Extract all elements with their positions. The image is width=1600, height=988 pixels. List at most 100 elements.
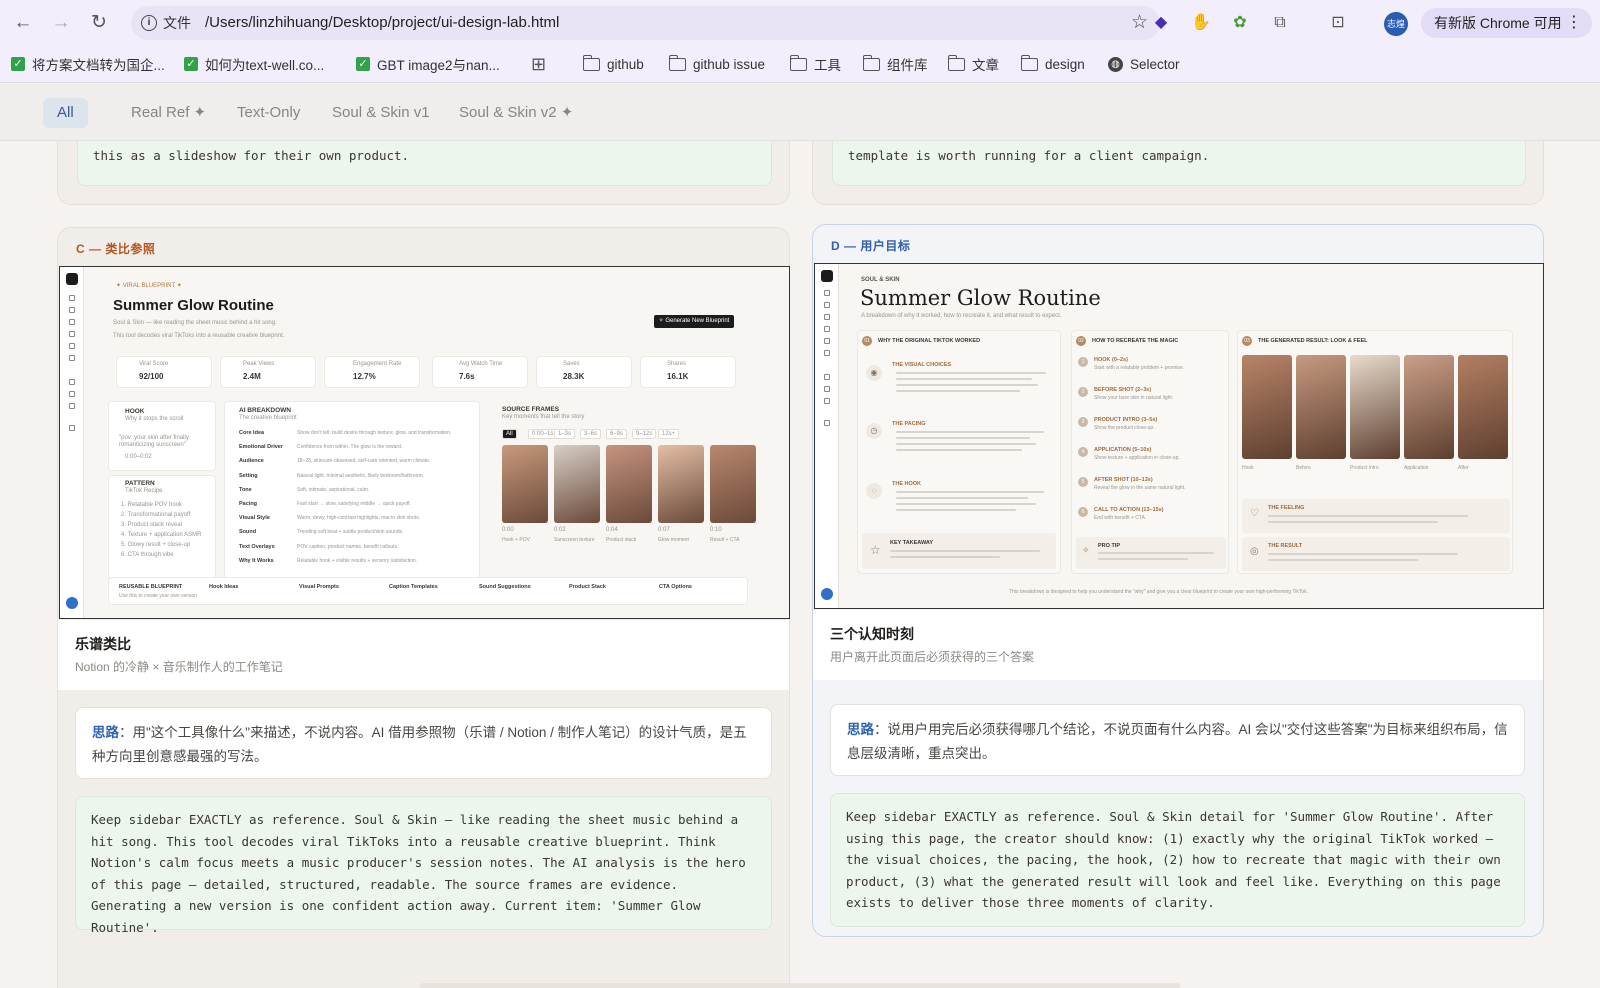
mock-footer-item: REUSABLE BLUEPRINT	[119, 584, 183, 590]
bookmark-item[interactable]: ✓ GBT image2与nan...	[356, 54, 500, 74]
filter-soul-skin-v2[interactable]: Soul & Skin v2 ✦	[459, 98, 573, 128]
mock-stat: Avg Watch Time 7.6s	[432, 356, 528, 388]
mock-nav-icon	[69, 307, 75, 313]
tab-search-icon[interactable]: ⊡	[1327, 12, 1349, 34]
bookmark-folder[interactable]: 工具	[789, 54, 841, 74]
card-b-partial: this as a slideshow for their own produc…	[57, 141, 790, 205]
bookmark-star-icon[interactable]: ☆	[1131, 11, 1148, 34]
extension-hand-icon[interactable]: ✋	[1190, 12, 1212, 34]
mock-frame-tab: 6–9s	[606, 429, 628, 439]
filter-soul-skin-v1[interactable]: Soul & Skin v1	[332, 98, 430, 128]
bookmark-item[interactable]: ✓ 如何为text-well.co...	[184, 54, 324, 74]
mock-footer-note: Use this to create your own version	[119, 593, 198, 599]
forward-icon[interactable]: →	[48, 10, 74, 36]
bookmark-folder[interactable]: 文章	[947, 54, 999, 74]
approach-note: 思路：用"这个工具像什么"来描述，不说内容。AI 借用参照物（乐谱 / Noti…	[75, 707, 772, 779]
screenshot-preview-d[interactable]: SOUL & SKIN Summer Glow Routine A breakd…	[814, 263, 1544, 609]
prompt-text: template is worth running for a client c…	[848, 148, 1210, 163]
folder-icon	[1020, 54, 1038, 71]
check-icon: ✓	[356, 57, 370, 71]
mock-nav-icon	[69, 295, 75, 301]
mock-step-title: CALL TO ACTION (13–15s)	[1094, 507, 1164, 513]
mock-step-number: 1	[1078, 357, 1088, 367]
mock-step-desc: Show your bare skin in natural light.	[1094, 395, 1174, 401]
mock-nav-icon	[69, 319, 75, 325]
reload-icon[interactable]: ↻	[86, 10, 112, 36]
mock-result-frame	[1404, 355, 1454, 459]
mock-frame-tab: All	[502, 429, 517, 439]
extension-puzzle-green-icon[interactable]: ✿	[1229, 12, 1251, 34]
mock-frame-tab: 9–12s	[632, 429, 657, 439]
mock-frame-label: Hook + POV	[502, 537, 530, 543]
bookmark-label: 文章	[972, 58, 999, 73]
screenshot-preview-c[interactable]: ✦ VIRAL BLUEPRINT ✦ Summer Glow Routine …	[59, 266, 790, 619]
mock-title: Summer Glow Routine	[113, 297, 274, 314]
mock-ai-breakdown: AI BREAKDOWN The creative blueprint Core…	[224, 401, 480, 579]
back-icon[interactable]: ←	[10, 10, 36, 36]
bookmark-item[interactable]: ✓ 将方案文档转为国企...	[11, 54, 165, 74]
mock-result-frame	[1296, 355, 1346, 459]
address-bar[interactable]: i 文件 /Users/linzhihuang/Desktop/project/…	[131, 6, 1160, 40]
url-text[interactable]: /Users/linzhihuang/Desktop/project/ui-de…	[205, 14, 559, 31]
site-info-chip[interactable]: i 文件	[141, 14, 191, 32]
mock-nav-icon	[824, 302, 830, 308]
bookmark-item[interactable]: ◍ Selector	[1108, 54, 1180, 74]
card-partial-right: template is worth running for a client c…	[812, 141, 1544, 205]
mock-sidebar	[60, 267, 84, 618]
mock-result-frame	[1458, 355, 1508, 459]
folder-icon	[947, 54, 965, 71]
mock-nav-icon	[824, 326, 830, 332]
extensions-icon[interactable]: ⧉	[1269, 12, 1291, 34]
mock-step-title: PRODUCT INTRO (3–5s)	[1094, 417, 1158, 423]
mock-source-frames: SOURCE FRAMES Key moments that tell the …	[488, 401, 756, 579]
mock-subtitle: Soul & Skin — like reading the sheet mus…	[113, 320, 277, 326]
mock-frame-tab: 1–3s	[554, 429, 576, 439]
mock-frame-thumbnail	[606, 445, 652, 523]
approach-note: 思路：说用户用完后必须获得哪几个结论，不说页面有什么内容。AI 会以"交付这些答…	[830, 704, 1525, 776]
main-content: this as a slideshow for their own produc…	[0, 141, 1600, 988]
mock-nav-icon	[824, 386, 830, 392]
mock-step-title: APPLICATION (5–10s)	[1094, 447, 1152, 453]
mock-ai-key: Sound	[239, 529, 257, 536]
bookmark-folder[interactable]: github	[582, 54, 644, 74]
chrome-update-button[interactable]: 有新版 Chrome 可用 ⋮	[1421, 8, 1592, 38]
filter-text-only[interactable]: Text-Only	[237, 98, 300, 128]
mock-ai-key: Why It Works	[239, 557, 274, 564]
mock-nav-icon	[69, 425, 75, 431]
mock-footer-item: Visual Prompts	[299, 584, 339, 590]
mock-nav-icon	[824, 374, 830, 380]
mock-frame-tab: 12s+	[658, 429, 680, 439]
mock-feeling: ♡ THE FEELING	[1242, 499, 1510, 533]
bookmark-folder[interactable]: github issue	[668, 54, 765, 74]
mock-col-recreate: 02 HOW TO RECREATE THE MAGIC 1 HOOK (0–2s…	[1071, 330, 1229, 574]
mock-protip: ✧ PRO TIP	[1076, 537, 1226, 569]
mock-ai-key: Emotional Driver	[239, 444, 284, 451]
mock-step-desc: Start with a relatable problem + promise…	[1094, 365, 1184, 371]
bookmark-folder[interactable]: design	[1020, 54, 1085, 74]
mock-footer-item: Product Stack	[569, 584, 606, 590]
mock-frame-time: 0:10	[710, 527, 722, 533]
globe-icon: ◍	[1108, 56, 1123, 72]
bookmark-label: Selector	[1130, 56, 1180, 72]
prompt-box: Keep sidebar EXACTLY as reference. Soul …	[830, 793, 1525, 927]
mock-desc: This tool decodes viral TikToks into a r…	[113, 333, 285, 339]
profile-avatar[interactable]: 志煌	[1384, 12, 1408, 36]
filter-real-ref[interactable]: Real Ref ✦	[131, 98, 206, 128]
mock-frame-thumbnail	[658, 445, 704, 523]
mock-frame-label: Result + CTA	[710, 537, 740, 543]
mock-hook-panel: HOOK Why it stops the scroll "pov: your …	[108, 401, 216, 471]
filter-all[interactable]: All	[43, 98, 88, 128]
mock-step-title: AFTER SHOT (10–13s)	[1094, 477, 1153, 483]
extension-diamond-icon[interactable]: ◆	[1150, 12, 1172, 34]
mock-ai-value: Fast start → slow, satisfying middle → q…	[297, 501, 411, 507]
mock-ai-key: Text Overlays	[239, 543, 275, 550]
card-caption: 乐谱类比 Notion 的冷静 × 音乐制作人的工作笔记	[58, 620, 789, 690]
update-label: 有新版 Chrome 可用	[1434, 15, 1562, 31]
mock-title: Summer Glow Routine	[860, 286, 1101, 310]
mock-step-number: 5	[1078, 477, 1088, 487]
mock-nav-icon	[69, 391, 75, 397]
apps-grid-icon[interactable]: ⊞	[531, 54, 546, 74]
mock-nav-icon	[824, 398, 830, 404]
bookmark-folder[interactable]: 组件库	[862, 54, 928, 74]
mock-frame-thumbnail	[554, 445, 600, 523]
